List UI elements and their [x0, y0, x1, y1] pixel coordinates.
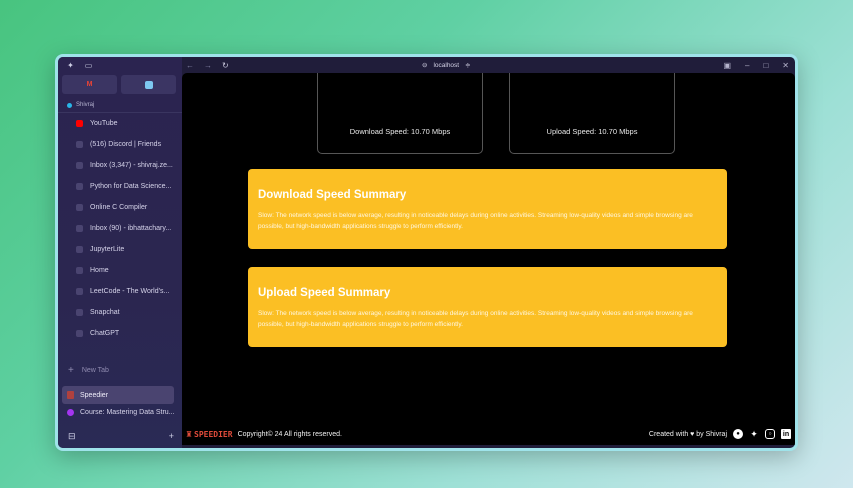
- profile-label[interactable]: Shivraj: [58, 94, 182, 108]
- close-icon[interactable]: ✕: [782, 61, 789, 70]
- tab-item[interactable]: ChatGPT: [58, 323, 182, 344]
- chatgpt-icon: [76, 330, 83, 337]
- nav-buttons: ← → ↻: [182, 61, 229, 70]
- tab-label: Inbox (3,347) - shivraj.ze...: [90, 162, 173, 169]
- tab-item[interactable]: Home: [58, 260, 182, 281]
- download-summary-card: Download Speed Summary Slow: The network…: [248, 169, 727, 249]
- copyright-text: Copyright© 24 All rights reserved.: [237, 430, 342, 438]
- upload-speed-text: Upload Speed: 10.70 Mbps: [546, 127, 638, 136]
- speedier-tab-icon: [67, 391, 74, 399]
- new-tab-label: New Tab: [81, 367, 109, 374]
- gmail-icon: [76, 162, 83, 169]
- title-bar: ← → ↻ ⊖ localhost ≑ ▣ – □ ✕: [182, 57, 795, 73]
- leetcode-icon: [76, 288, 83, 295]
- page-footer: ♜ SPEEDIER Copyright© 24 All rights rese…: [182, 423, 795, 445]
- speedier-logo[interactable]: ♜ SPEEDIER: [186, 429, 233, 440]
- footer-right: Created with ♥ by Shivraj ● ✦ ○ in: [649, 429, 791, 439]
- tab-label: Python for Data Science...: [90, 183, 172, 190]
- page-icon: [76, 204, 83, 211]
- page-icon: [76, 183, 83, 190]
- window-controls: ▣ – □ ✕: [723, 61, 789, 70]
- tab-label: Course: Mastering Data Stru...: [80, 409, 175, 416]
- address-bar[interactable]: ⊖ localhost ≑: [422, 61, 471, 70]
- tab-label: (516) Discord | Friends: [90, 141, 162, 148]
- browser-window: ✦ ▭ M Shivraj YouTube (516) Discord | Fr…: [55, 54, 798, 451]
- tab-list: YouTube (516) Discord | Friends Inbox (3…: [58, 112, 182, 344]
- new-tab-button[interactable]: + New Tab: [68, 365, 109, 376]
- download-speed-card: Download Speed: 10.70 Mbps: [317, 73, 483, 154]
- upload-summary-card: Upload Speed Summary Slow: The network s…: [248, 267, 727, 347]
- page-icon: [76, 267, 83, 274]
- download-summary-title: Download Speed Summary: [258, 189, 407, 201]
- tab-item[interactable]: JupyterLite: [58, 239, 182, 260]
- profile-name: Shivraj: [76, 102, 95, 108]
- tab-label: YouTube: [90, 120, 118, 127]
- link-icon: ⊖: [422, 62, 428, 69]
- extensions-icon[interactable]: ▣: [723, 61, 731, 70]
- instagram-icon[interactable]: ○: [765, 429, 775, 439]
- tab-item[interactable]: Course: Mastering Data Stru...: [67, 409, 175, 416]
- active-tab[interactable]: Speedier: [62, 386, 174, 404]
- tab-item[interactable]: LeetCode - The World's...: [58, 281, 182, 302]
- download-speed-text: Download Speed: 10.70 Mbps: [349, 127, 451, 136]
- tab-item[interactable]: YouTube: [58, 113, 182, 134]
- maximize-icon[interactable]: □: [763, 61, 768, 70]
- logo-text: SPEEDIER: [194, 429, 233, 439]
- tab-label: ChatGPT: [90, 330, 120, 337]
- udemy-icon: [67, 409, 74, 416]
- tab-item[interactable]: Online C Compiler: [58, 197, 182, 218]
- gmail-icon: [76, 225, 83, 232]
- archive-icon[interactable]: ⊟: [68, 431, 76, 442]
- sidebar-toolbar: ✦ ▭: [58, 57, 182, 73]
- jupyter-icon: [76, 246, 83, 253]
- tower-icon: ♜: [186, 428, 193, 440]
- download-summary-text: Slow: The network speed is below average…: [258, 212, 693, 230]
- add-icon[interactable]: +: [169, 431, 174, 442]
- pinned-tabs: M: [58, 73, 182, 94]
- github-icon[interactable]: ●: [733, 429, 743, 439]
- back-icon[interactable]: ←: [186, 61, 194, 70]
- tab-label: Snapchat: [90, 309, 120, 316]
- upload-summary-text: Slow: The network speed is below average…: [258, 310, 693, 328]
- tab-item[interactable]: Snapchat: [58, 302, 182, 323]
- upload-summary-title: Upload Speed Summary: [258, 287, 391, 299]
- pinned-tab-drive[interactable]: [121, 75, 176, 94]
- tab-label: JupyterLite: [90, 246, 125, 253]
- tab-label: Inbox (90) - ibhattachary...: [90, 225, 172, 232]
- tab-label: Home: [90, 267, 109, 274]
- discord-icon: [76, 141, 83, 148]
- plus-icon: +: [68, 365, 74, 376]
- tab-item[interactable]: Inbox (3,347) - shivraj.ze...: [58, 155, 182, 176]
- tab-label: Online C Compiler: [90, 204, 148, 211]
- forward-icon[interactable]: →: [204, 61, 212, 70]
- credit-text: Created with ♥ by Shivraj: [648, 430, 727, 438]
- browser-sidebar: ✦ ▭ M Shivraj YouTube (516) Discord | Fr…: [58, 57, 182, 448]
- minimize-icon[interactable]: –: [745, 61, 749, 70]
- tab-item[interactable]: Inbox (90) - ibhattachary...: [58, 218, 182, 239]
- tab-item[interactable]: Python for Data Science...: [58, 176, 182, 197]
- settings-icon[interactable]: ✦: [66, 61, 75, 70]
- app-icon: [144, 80, 153, 89]
- url-text: localhost: [433, 61, 460, 69]
- sidebar-toggle-icon[interactable]: ▭: [84, 61, 93, 70]
- pinned-tab-gmail[interactable]: M: [62, 75, 117, 94]
- tab-item[interactable]: (516) Discord | Friends: [58, 134, 182, 155]
- reload-icon[interactable]: ↻: [222, 61, 229, 70]
- profile-icon: [67, 102, 72, 108]
- snapchat-icon: [76, 309, 83, 316]
- youtube-icon: [76, 120, 83, 127]
- twitter-icon[interactable]: ✦: [749, 429, 759, 439]
- social-links: ● ✦ ○ in: [733, 429, 791, 439]
- active-tab-label: Speedier: [80, 391, 109, 399]
- page-content: Download Speed: 10.70 Mbps Upload Speed:…: [182, 73, 795, 445]
- tab-label: LeetCode - The World's...: [90, 288, 170, 295]
- upload-speed-card: Upload Speed: 10.70 Mbps: [509, 73, 675, 154]
- site-settings-icon[interactable]: ≑: [465, 61, 470, 69]
- linkedin-icon[interactable]: in: [781, 429, 791, 439]
- gmail-icon: M: [86, 80, 93, 88]
- sidebar-footer: ⊟ +: [68, 431, 174, 442]
